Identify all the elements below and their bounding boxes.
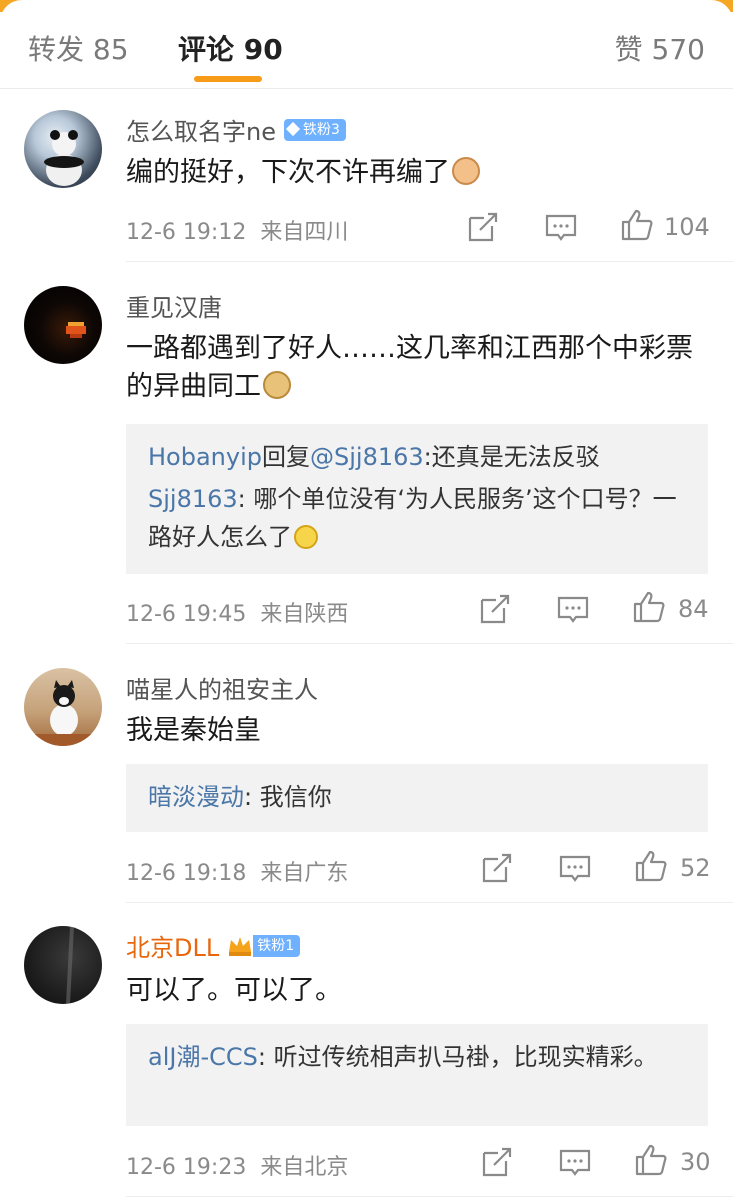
author-name[interactable]: 北京DLL (126, 934, 219, 962)
comment-sheet: 转发 85 评论 90 赞 570 怎么取名字ne 铁粉3 编的挺好，下次不许再编… (0, 0, 733, 1200)
comment-location: 来自四川 (260, 220, 349, 245)
reply-line: Hobanyip回复@Sjj8163:还真是无法反驳 (148, 438, 686, 476)
night-temple-avatar-image (66, 322, 86, 338)
divider (126, 1196, 733, 1197)
cat-avatar-image (24, 680, 102, 746)
reply-line: alJ潮-CCS: 听过传统相声扒马褂，比现实精彩。 (148, 1038, 686, 1076)
reply-box[interactable]: alJ潮-CCS: 听过传统相声扒马褂，比现实精彩。 (126, 1024, 708, 1126)
like-icon[interactable] (632, 590, 666, 624)
smile-emoji-icon (294, 525, 318, 549)
doge-emoji-icon (263, 371, 291, 399)
like-count: 84 (678, 595, 709, 623)
comment-author[interactable]: 喵星人的祖安主人 (126, 670, 318, 705)
like-icon[interactable] (634, 1143, 668, 1177)
like-count: 30 (680, 1148, 711, 1176)
reply-user[interactable]: 暗淡漫动 (148, 783, 244, 811)
like-count: 104 (664, 213, 710, 241)
badge-label: 铁粉3 (302, 122, 340, 138)
cat-emoji-icon (452, 157, 480, 185)
comment-icon[interactable] (556, 592, 590, 626)
comment-location: 来自广东 (260, 861, 349, 886)
comment-location: 来自陕西 (260, 602, 349, 627)
crown-icon (229, 937, 252, 956)
comment-time: 12-6 19:12 (126, 220, 247, 245)
like-icon[interactable] (634, 849, 668, 883)
author-name[interactable]: 怎么取名字ne (126, 118, 276, 146)
share-icon[interactable] (478, 592, 512, 626)
reply-user[interactable]: Hobanyip (148, 443, 262, 471)
comment-author[interactable]: 北京DLL 铁粉1 (126, 928, 301, 963)
reply-text: : 听过传统相声扒马褂，比现实精彩。 (257, 1043, 658, 1071)
divider (126, 643, 733, 644)
comment-time: 12-6 19:18 (126, 861, 247, 886)
comment-meta: 12-6 19:45 来自陕西 (126, 596, 348, 628)
author-name[interactable]: 喵星人的祖安主人 (126, 676, 318, 704)
comment-time: 12-6 19:45 (126, 602, 247, 627)
reply-text: : 我信你 (244, 783, 332, 811)
divider (126, 261, 733, 262)
reply-user[interactable]: Sjj8163 (148, 485, 238, 513)
comment-text: 编的挺好，下次不许再编了 (126, 154, 716, 192)
reply-line: 暗淡漫动: 我信你 (148, 778, 686, 816)
share-icon[interactable] (480, 851, 514, 885)
comment-meta: 12-6 19:23 来自北京 (126, 1149, 348, 1181)
comment-body: 一路都遇到了好人……这几率和江西那个中彩票的异曲同工 (126, 333, 693, 402)
panda-avatar-image (44, 130, 84, 186)
reply-text: :还真是无法反驳 (423, 443, 600, 471)
reply-mid: 回复 (262, 443, 310, 471)
like-count: 52 (680, 854, 711, 882)
avatar[interactable] (24, 110, 102, 188)
comment-icon[interactable] (558, 851, 592, 885)
reply-target[interactable]: @Sjj8163 (310, 443, 424, 471)
share-icon[interactable] (466, 210, 500, 244)
comment-author[interactable]: 怎么取名字ne 铁粉3 (126, 112, 346, 147)
reply-user[interactable]: alJ潮-CCS (148, 1043, 258, 1071)
comment-icon[interactable] (544, 210, 578, 244)
like-icon[interactable] (620, 208, 654, 242)
avatar[interactable] (24, 286, 102, 364)
tab-comments[interactable]: 评论 90 (178, 28, 283, 68)
fan-badge: 铁粉3 (283, 119, 346, 141)
comment-icon[interactable] (558, 1145, 592, 1179)
comment-body: 可以了。可以了。 (126, 975, 342, 1006)
author-name[interactable]: 重见汉唐 (126, 294, 222, 322)
comment-body: 我是秦始皇 (126, 715, 261, 746)
comment-location: 来自北京 (260, 1155, 349, 1180)
comment-text: 可以了。可以了。 (126, 972, 716, 1010)
avatar[interactable] (24, 668, 102, 746)
active-tab-indicator (194, 76, 262, 82)
comment-time: 12-6 19:23 (126, 1155, 247, 1180)
comment-body: 编的挺好，下次不许再编了 (126, 157, 450, 188)
reply-box[interactable]: 暗淡漫动: 我信你 (126, 764, 708, 832)
reply-box[interactable]: Hobanyip回复@Sjj8163:还真是无法反驳 Sjj8163: 哪个单位… (126, 424, 708, 574)
comment-meta: 12-6 19:12 来自四川 (126, 214, 348, 246)
comment-author[interactable]: 重见汉唐 (126, 288, 222, 323)
fan-badge: 铁粉1 (253, 935, 301, 957)
tab-repost[interactable]: 转发 85 (28, 28, 129, 68)
share-icon[interactable] (480, 1145, 514, 1179)
tab-bar: 转发 85 评论 90 赞 570 (0, 0, 733, 89)
diamond-icon (285, 121, 301, 137)
badge-label: 铁粉1 (257, 938, 295, 954)
comment-meta: 12-6 19:18 来自广东 (126, 855, 348, 887)
avatar[interactable] (24, 926, 102, 1004)
comment-text: 我是秦始皇 (126, 712, 716, 750)
divider (126, 902, 733, 903)
comment-text: 一路都遇到了好人……这几率和江西那个中彩票的异曲同工 (126, 330, 716, 406)
dark-avatar-image (66, 926, 74, 1004)
reply-line: Sjj8163: 哪个单位没有‘为人民服务’这个口号？一路好人怎么了 (148, 480, 686, 556)
tab-likes[interactable]: 赞 570 (615, 28, 705, 68)
